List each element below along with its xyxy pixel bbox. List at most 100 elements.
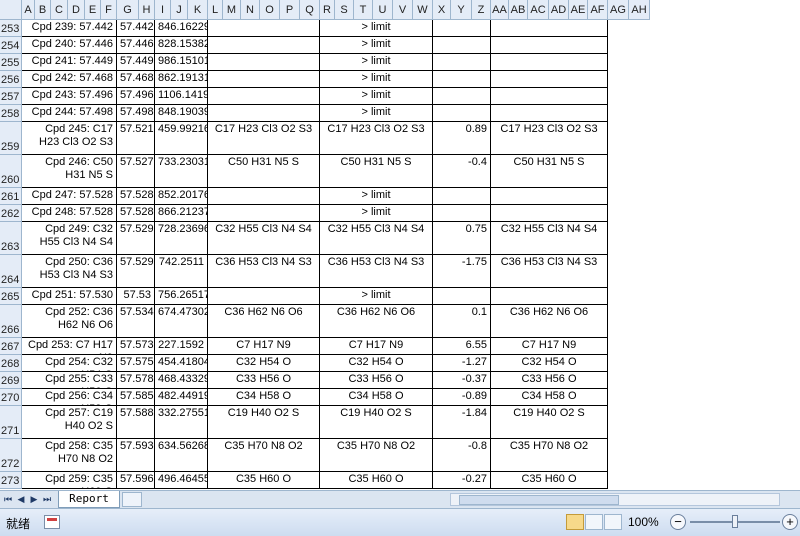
cell-a[interactable]: Cpd 257: C19 H40 O2 S: [22, 406, 117, 439]
row-header[interactable]: 259: [0, 122, 22, 155]
row-header[interactable]: 255: [0, 54, 22, 71]
cell-r[interactable]: > limit: [320, 37, 433, 54]
column-header-m[interactable]: M: [223, 0, 241, 20]
macro-record-icon[interactable]: [44, 515, 60, 529]
cell-x[interactable]: 6.55: [433, 338, 491, 355]
cell-r[interactable]: > limit: [320, 54, 433, 71]
cell-x[interactable]: 0.89: [433, 122, 491, 155]
cell-a[interactable]: Cpd 247: 57.528: [22, 188, 117, 205]
cell-aa[interactable]: C34 H58 O: [491, 389, 608, 406]
cell-a[interactable]: Cpd 258: C35 H70 N8 O2: [22, 439, 117, 472]
cell-x[interactable]: -1.84: [433, 406, 491, 439]
row-header[interactable]: 262: [0, 205, 22, 222]
column-header-ae[interactable]: AE: [569, 0, 588, 20]
cell-i[interactable]: 862.19131: [155, 71, 208, 88]
cell-r[interactable]: C36 H53 Cl3 N4 S3: [320, 255, 433, 288]
cell-r[interactable]: C17 H23 Cl3 O2 S3: [320, 122, 433, 155]
cell-x[interactable]: 0.1: [433, 305, 491, 338]
cell-x[interactable]: -0.4: [433, 155, 491, 188]
cell-a[interactable]: Cpd 244: 57.498: [22, 105, 117, 122]
cell-l[interactable]: [208, 288, 320, 305]
row-header[interactable]: 272: [0, 439, 22, 472]
column-header-e[interactable]: E: [85, 0, 101, 20]
cell-g[interactable]: 57.529: [117, 255, 155, 288]
cell-l[interactable]: [208, 20, 320, 37]
row-header[interactable]: 267: [0, 338, 22, 355]
cell-g[interactable]: 57.498: [117, 105, 155, 122]
cell-aa[interactable]: [491, 188, 608, 205]
first-sheet-button[interactable]: ⏮: [2, 493, 14, 506]
select-all-corner[interactable]: [0, 0, 22, 20]
cell-g[interactable]: 57.528: [117, 188, 155, 205]
row-header[interactable]: 271: [0, 406, 22, 439]
row-header[interactable]: 273: [0, 472, 22, 489]
cell-x[interactable]: -0.37: [433, 372, 491, 389]
cell-i[interactable]: 332.27551: [155, 406, 208, 439]
cell-aa[interactable]: C33 H56 O: [491, 372, 608, 389]
cell-x[interactable]: [433, 288, 491, 305]
page-layout-view-button[interactable]: [585, 514, 603, 530]
zoom-slider-thumb[interactable]: [732, 515, 738, 528]
cell-r[interactable]: C7 H17 N9: [320, 338, 433, 355]
cell-l[interactable]: C7 H17 N9: [208, 338, 320, 355]
cell-i[interactable]: 733.23031: [155, 155, 208, 188]
cell-r[interactable]: > limit: [320, 88, 433, 105]
cell-x[interactable]: 0.75: [433, 222, 491, 255]
cell-a[interactable]: Cpd 254: C32 H54 O: [22, 355, 117, 372]
column-header-n[interactable]: N: [241, 0, 260, 20]
cell-r[interactable]: C32 H54 O: [320, 355, 433, 372]
prev-sheet-button[interactable]: ◀: [15, 493, 27, 506]
column-header-w[interactable]: W: [413, 0, 433, 20]
cell-a[interactable]: Cpd 259: C35 H60 O: [22, 472, 117, 489]
cell-a[interactable]: Cpd 252: C36 H62 N6 O6: [22, 305, 117, 338]
cell-r[interactable]: > limit: [320, 288, 433, 305]
column-header-h[interactable]: H: [139, 0, 155, 20]
column-header-ab[interactable]: AB: [509, 0, 528, 20]
cell-i[interactable]: 674.47302: [155, 305, 208, 338]
cell-r[interactable]: > limit: [320, 20, 433, 37]
column-header-z[interactable]: Z: [472, 0, 491, 20]
cell-a[interactable]: Cpd 255: C33 H56 O: [22, 372, 117, 389]
cell-l[interactable]: C33 H56 O: [208, 372, 320, 389]
cell-x[interactable]: [433, 105, 491, 122]
column-header-aa[interactable]: AA: [491, 0, 509, 20]
cell-x[interactable]: -0.8: [433, 439, 491, 472]
column-header-j[interactable]: J: [171, 0, 188, 20]
cell-i[interactable]: 828.15382: [155, 37, 208, 54]
row-header[interactable]: 254: [0, 37, 22, 54]
cell-l[interactable]: C36 H53 Cl3 N4 S3: [208, 255, 320, 288]
cell-aa[interactable]: [491, 288, 608, 305]
cell-l[interactable]: C34 H58 O: [208, 389, 320, 406]
cell-a[interactable]: Cpd 245: C17 H23 Cl3 O2 S3: [22, 122, 117, 155]
cell-r[interactable]: C19 H40 O2 S: [320, 406, 433, 439]
column-header-ad[interactable]: AD: [549, 0, 569, 20]
cell-r[interactable]: C32 H55 Cl3 N4 S4: [320, 222, 433, 255]
cell-l[interactable]: [208, 88, 320, 105]
column-header-q[interactable]: Q: [300, 0, 320, 20]
row-header[interactable]: 268: [0, 355, 22, 372]
cell-g[interactable]: 57.573: [117, 338, 155, 355]
insert-sheet-icon[interactable]: [122, 492, 142, 507]
row-header[interactable]: 263: [0, 222, 22, 255]
cell-aa[interactable]: [491, 105, 608, 122]
cell-g[interactable]: 57.442: [117, 20, 155, 37]
cell-x[interactable]: [433, 71, 491, 88]
row-header[interactable]: 258: [0, 105, 22, 122]
cell-x[interactable]: [433, 37, 491, 54]
cell-a[interactable]: Cpd 242: 57.468: [22, 71, 117, 88]
column-header-af[interactable]: AF: [588, 0, 608, 20]
cell-l[interactable]: [208, 37, 320, 54]
cell-x[interactable]: [433, 54, 491, 71]
cell-r[interactable]: C35 H60 O: [320, 472, 433, 489]
cell-aa[interactable]: [491, 71, 608, 88]
normal-view-button[interactable]: [566, 514, 584, 530]
cell-x[interactable]: -1.27: [433, 355, 491, 372]
cell-i[interactable]: 756.26517: [155, 288, 208, 305]
column-header-a[interactable]: A: [22, 0, 35, 20]
column-header-ah[interactable]: AH: [629, 0, 650, 20]
column-header-p[interactable]: P: [280, 0, 300, 20]
cell-aa[interactable]: C32 H55 Cl3 N4 S4: [491, 222, 608, 255]
cell-r[interactable]: > limit: [320, 71, 433, 88]
row-header[interactable]: 265: [0, 288, 22, 305]
row-header[interactable]: 257: [0, 88, 22, 105]
